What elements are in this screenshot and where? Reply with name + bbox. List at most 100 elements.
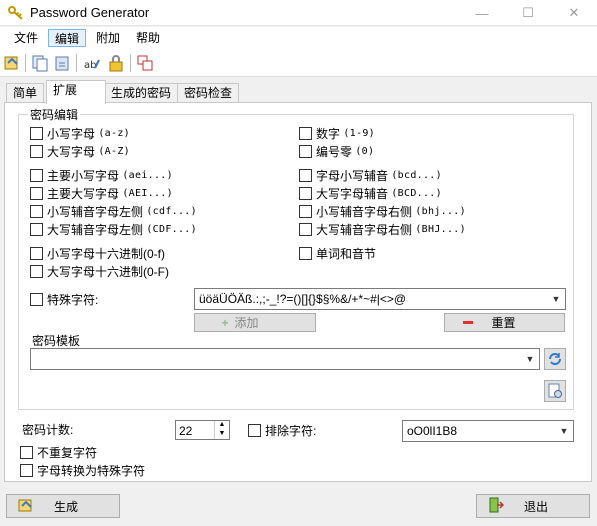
checkbox-box[interactable]: [299, 222, 312, 236]
generate-button[interactable]: 生成: [6, 494, 120, 518]
checkbox-upper-consonant-left[interactable]: 大写辅音字母左侧 (CDF...): [30, 221, 197, 237]
checkbox-label: 小写辅音字母左侧: [47, 204, 144, 219]
checkbox-lower-vowels[interactable]: 主要小写字母 (aei...): [30, 167, 173, 183]
exit-button[interactable]: 退出: [476, 494, 590, 518]
checkbox-hint: (a-z): [98, 127, 130, 139]
checkbox-box[interactable]: [299, 186, 312, 200]
password-count-value[interactable]: 22: [179, 424, 192, 438]
add-button[interactable]: + 添加: [194, 313, 316, 332]
checkbox-label: 大写辅音字母左侧: [47, 222, 144, 237]
checkbox-box[interactable]: [30, 144, 43, 158]
menu-help[interactable]: 帮助: [130, 29, 166, 47]
checkbox-box[interactable]: [30, 204, 43, 218]
checkbox-hint: (1-9): [343, 127, 375, 139]
generate-tool-icon[interactable]: [2, 53, 22, 73]
checkbox-label: 字母小写辅音: [316, 168, 389, 183]
refresh-template-button[interactable]: [544, 348, 566, 370]
checkbox-box[interactable]: [299, 246, 312, 260]
minimize-button[interactable]: —: [459, 0, 505, 26]
template-select[interactable]: ▼: [30, 348, 540, 370]
menu-file[interactable]: 文件: [8, 29, 44, 47]
checkbox-box[interactable]: [299, 144, 312, 158]
checkbox-lower-hex[interactable]: 小写字母十六进制(0-f): [30, 245, 165, 261]
checkbox-hint: (cdf...): [146, 205, 197, 217]
checkbox-letters-to-special[interactable]: 字母转换为特殊字符: [20, 462, 145, 478]
toolbar-separator: [25, 54, 26, 72]
window-list-icon[interactable]: [135, 53, 155, 73]
menu-extras[interactable]: 附加: [90, 29, 126, 47]
checkbox-uppercase[interactable]: 大写字母 (A-Z): [30, 143, 130, 159]
checkbox-hint: (bcd...): [391, 169, 442, 181]
checkbox-hint: (A-Z): [98, 145, 130, 157]
tab-simple[interactable]: 简单: [6, 83, 45, 103]
generate-button-label: 生成: [53, 499, 78, 514]
checkbox-label: 编号零: [316, 144, 353, 159]
reset-button[interactable]: 重置: [444, 313, 565, 332]
chevron-down-icon[interactable]: ▼: [555, 426, 573, 436]
checkbox-box[interactable]: [20, 463, 33, 477]
checkbox-label: 小写字母: [47, 126, 96, 141]
checkbox-label: 数字: [316, 126, 341, 141]
close-button[interactable]: ✕: [551, 0, 597, 26]
checkbox-upper-hex[interactable]: 大写字母十六进制(0-F): [30, 263, 169, 279]
checkbox-lower-consonant-right[interactable]: 小写辅音字母右侧 (bhj...): [299, 203, 466, 219]
chevron-down-icon[interactable]: ▼: [547, 294, 565, 304]
checkbox-lower-consonants[interactable]: 字母小写辅音 (bcd...): [299, 167, 442, 183]
checkbox-box[interactable]: [30, 168, 43, 182]
checkbox-special-chars[interactable]: 特殊字符:: [30, 291, 98, 307]
checkbox-box[interactable]: [30, 222, 43, 236]
checkbox-hint: (bhj...): [415, 205, 466, 217]
checkbox-exclude-chars[interactable]: 排除字符:: [248, 422, 316, 438]
minus-icon: [463, 321, 474, 324]
checkbox-label: 小写字母十六进制(0-f): [47, 246, 165, 261]
checkbox-hint: (0): [355, 145, 375, 157]
checkbox-hint: (AEI...): [122, 187, 173, 199]
checkbox-digits[interactable]: 数字 (1-9): [299, 125, 375, 141]
checkbox-zero[interactable]: 编号零 (0): [299, 143, 374, 159]
menu-edit[interactable]: 编辑: [48, 29, 87, 47]
checkbox-box[interactable]: [299, 126, 312, 140]
checkbox-box[interactable]: [299, 204, 312, 218]
lock-icon[interactable]: [106, 53, 126, 73]
template-settings-button[interactable]: [544, 380, 566, 402]
checkbox-box[interactable]: [30, 246, 43, 260]
checkbox-lowercase[interactable]: 小写字母 (a-z): [30, 125, 130, 141]
checkbox-no-repeat[interactable]: 不重复字符: [20, 444, 97, 460]
refresh-icon: [549, 353, 561, 365]
checkbox-box[interactable]: [30, 292, 43, 306]
checkbox-hint: (BHJ...): [415, 223, 466, 235]
checkbox-box[interactable]: [30, 126, 43, 140]
password-count-stepper[interactable]: 22 ▲ ▼: [175, 420, 230, 440]
chevron-down-icon[interactable]: ▼: [214, 430, 229, 439]
toolbar-separator: [130, 54, 131, 72]
checkbox-box[interactable]: [248, 423, 261, 437]
tab-extended[interactable]: 扩展: [46, 80, 106, 104]
chevron-up-icon[interactable]: ▲: [214, 421, 229, 430]
paste-tool-icon[interactable]: [52, 53, 72, 73]
chevron-down-icon[interactable]: ▼: [521, 354, 539, 364]
checkbox-upper-vowels[interactable]: 主要大写字母 (AEI...): [30, 185, 173, 201]
text-tool-icon[interactable]: ab: [82, 53, 102, 73]
tab-password-check[interactable]: 密码检查: [177, 83, 240, 103]
tab-generated-passwords[interactable]: 生成的密码: [104, 83, 179, 103]
maximize-button[interactable]: ☐: [505, 0, 551, 26]
checkbox-words-syllables[interactable]: 单词和音节: [299, 245, 376, 261]
checkbox-label: 大写字母: [47, 144, 96, 159]
add-button-label: 添加: [234, 316, 259, 330]
checkbox-label: 排除字符:: [265, 423, 317, 438]
checkbox-upper-consonants[interactable]: 大写字母辅音 (BCD...): [299, 185, 442, 201]
checkbox-label: 大写字母辅音: [316, 186, 389, 201]
checkbox-label: 大写辅音字母右侧: [316, 222, 413, 237]
checkbox-box[interactable]: [30, 264, 43, 278]
special-chars-select[interactable]: üöäÜÖÄß.:,;-_!?=()[]{}$§%&/+*~#|<>@ ▼: [194, 288, 566, 310]
copy-tool-icon[interactable]: [30, 53, 50, 73]
checkbox-box[interactable]: [299, 168, 312, 182]
checkbox-label: 小写辅音字母右侧: [316, 204, 413, 219]
checkbox-box[interactable]: [30, 186, 43, 200]
exclude-chars-select[interactable]: oO0lI1B8 ▼: [402, 420, 574, 442]
checkbox-lower-consonant-left[interactable]: 小写辅音字母左侧 (cdf...): [30, 203, 197, 219]
checkbox-box[interactable]: [20, 445, 33, 459]
checkbox-upper-consonant-right[interactable]: 大写辅音字母右侧 (BHJ...): [299, 221, 466, 237]
checkbox-label: 特殊字符:: [47, 292, 99, 307]
checkbox-label: 单词和音节: [316, 246, 377, 261]
